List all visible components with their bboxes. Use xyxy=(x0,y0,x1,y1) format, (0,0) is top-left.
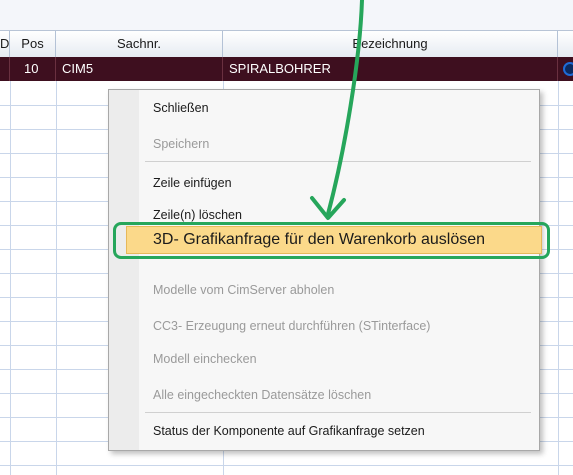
annotation-arrow-icon xyxy=(310,0,364,220)
